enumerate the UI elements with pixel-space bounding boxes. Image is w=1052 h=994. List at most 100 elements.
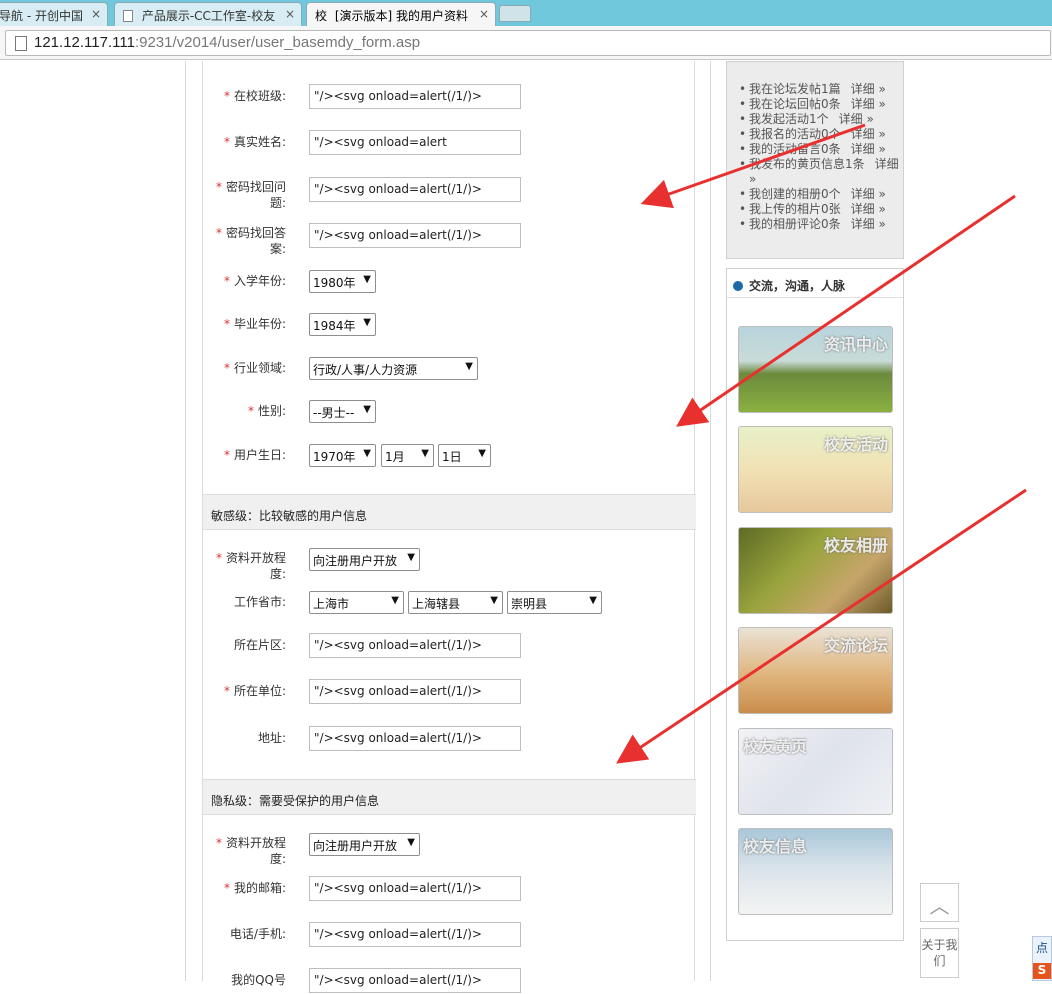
promo-yellow-pages[interactable]: 校友黄页 (738, 728, 893, 815)
promo-caption: 资讯中心 (823, 335, 888, 354)
gender-select[interactable]: --男士-- ▼ (309, 400, 376, 423)
activity-item: 我发布的黄页信息1条详细 » (737, 157, 903, 187)
required-mark: * (223, 135, 230, 149)
activity-detail-link[interactable]: 详细 » (851, 202, 886, 216)
dropdown-arrow-icon: ▼ (465, 361, 473, 372)
tab-product-showcase[interactable]: 产品展示-CC工作室-校友 × (114, 2, 302, 26)
security-question-input[interactable]: "/><svg onload=alert(/1/)> (309, 177, 521, 202)
school-logo-icon: 校 (315, 9, 328, 23)
field-label: 我的QQ号 (231, 973, 286, 987)
realname-input[interactable]: "/><svg onload=alert (309, 130, 521, 155)
field-enroll-year: * 入学年份: 1980年 ▼ (203, 270, 696, 294)
close-icon[interactable]: × (479, 7, 489, 21)
about-us-button[interactable]: 关于我们 (920, 928, 959, 978)
dropdown-arrow-icon: ▼ (363, 274, 371, 285)
field-email: * 我的邮箱: "/><svg onload=alert(/1/)> (203, 876, 696, 902)
tab-user-profile[interactable]: 校 [演示版本] 我的用户资料 × (306, 2, 496, 26)
field-address: 地址: "/><svg onload=alert(/1/)> (203, 726, 696, 752)
activity-detail-link[interactable]: 详细 » (851, 217, 886, 231)
field-label: * 在校班级: (223, 89, 286, 103)
phone-input[interactable]: "/><svg onload=alert(/1/)> (309, 922, 521, 947)
field-unit: * 所在单位: "/><svg onload=alert(/1/)> (203, 679, 696, 705)
field-question: * 密码找回问题: "/><svg onload=alert(/1/)> (203, 177, 696, 211)
activity-text: 我的活动留言0条 (749, 142, 841, 156)
activity-detail-link[interactable]: 详细 » (851, 187, 886, 201)
class-input[interactable]: "/><svg onload=alert(/1/)> (309, 84, 521, 109)
activity-text: 我的相册评论0条 (749, 217, 841, 231)
grad-year-select[interactable]: 1984年 ▼ (309, 313, 376, 336)
promo-alumni-activity[interactable]: 校友活动 (738, 426, 893, 513)
field-area: 所在片区: "/><svg onload=alert(/1/)> (203, 633, 696, 659)
close-icon[interactable]: × (285, 7, 295, 21)
activity-item: 我在论坛回帖0条详细 » (737, 97, 903, 112)
scroll-top-button[interactable]: ︿ (920, 883, 959, 922)
promo-alumni-info[interactable]: 校友信息 (738, 828, 893, 915)
industry-select[interactable]: 行政/人事/人力资源 ▼ (309, 357, 478, 380)
open-level-private-select[interactable]: 向注册用户开放 ▼ (309, 833, 420, 856)
enroll-year-select[interactable]: 1980年 ▼ (309, 270, 376, 293)
required-mark: * (216, 226, 222, 240)
field-label: * 真实姓名: (223, 135, 286, 149)
unit-input[interactable]: "/><svg onload=alert(/1/)> (309, 679, 521, 704)
url-input[interactable]: 121.12.117.111:9231/v2014/user/user_base… (5, 30, 1051, 56)
county-select[interactable]: 崇明县 ▼ (507, 591, 602, 614)
activity-item: 我发起活动1个详细 » (737, 112, 903, 127)
birth-month-select[interactable]: 1月 ▼ (381, 444, 434, 467)
activity-text: 我发布的黄页信息1条 (749, 157, 865, 171)
dropdown-arrow-icon: ▼ (589, 595, 597, 606)
required-mark: * (223, 881, 230, 895)
required-mark: * (216, 551, 222, 565)
dropdown-arrow-icon: ▼ (363, 404, 371, 415)
dropdown-arrow-icon: ▼ (363, 317, 371, 328)
main-column: * 在校班级: "/><svg onload=alert(/1/)> * 真实姓名:… (185, 61, 711, 993)
city-select[interactable]: 上海辖县 ▼ (408, 591, 503, 614)
dropdown-arrow-icon: ▼ (363, 448, 371, 459)
email-input[interactable]: "/><svg onload=alert(/1/)> (309, 876, 521, 901)
field-label: * 毕业年份: (223, 317, 286, 331)
profile-form: * 在校班级: "/><svg onload=alert(/1/)> * 真实姓名:… (202, 61, 696, 993)
tab-label: [演示版本] 我的用户资料 (334, 9, 469, 23)
activity-detail-link[interactable]: 详细 » (851, 82, 886, 96)
province-select[interactable]: 上海市 ▼ (309, 591, 404, 614)
activity-detail-link[interactable]: 详细 » (839, 112, 874, 126)
sogou-input-icon[interactable]: S (1033, 963, 1051, 979)
close-icon[interactable]: × (91, 7, 101, 21)
promo-caption: 交流论坛 (823, 636, 888, 655)
field-label: 工作省市: (233, 595, 286, 609)
activity-detail-link[interactable]: 详细 » (851, 142, 886, 156)
dropdown-arrow-icon: ▼ (391, 595, 399, 606)
field-label: * 性别: (247, 404, 286, 418)
new-tab-button[interactable] (499, 5, 531, 22)
tab-navigation[interactable]: 导航 - 开创中国 × (0, 2, 108, 26)
field-birthday: * 用户生日: 1970年 ▼ 1月 ▼ 1日 ▼ (203, 444, 696, 468)
field-label: * 密码找回问题: (216, 180, 287, 210)
promo-alumni-album[interactable]: 校友相册 (738, 527, 893, 614)
required-mark: * (223, 317, 230, 331)
area-input[interactable]: "/><svg onload=alert(/1/)> (309, 633, 521, 658)
field-label: * 资料开放程度: (216, 836, 287, 866)
address-input[interactable]: "/><svg onload=alert(/1/)> (309, 726, 521, 751)
field-label: * 入学年份: (223, 274, 286, 288)
field-label: 地址: (257, 731, 286, 745)
field-open-level-private: * 资料开放程度: 向注册用户开放 ▼ (203, 833, 696, 867)
activity-item: 我上传的相片0张详细 » (737, 202, 903, 217)
promo-forum[interactable]: 交流论坛 (738, 627, 893, 714)
birth-day-select[interactable]: 1日 ▼ (438, 444, 491, 467)
activity-detail-link[interactable]: 详细 » (851, 127, 886, 141)
activity-text: 我在论坛回帖0条 (749, 97, 841, 111)
url-path: :9231/v2014/user/user_basemdy_form.asp (134, 34, 421, 51)
required-mark: * (223, 684, 230, 698)
activity-item: 我的活动留言0条详细 » (737, 142, 903, 157)
required-mark: * (216, 836, 222, 850)
dropdown-arrow-icon: ▼ (407, 552, 415, 563)
activity-detail-link[interactable]: 详细 » (851, 97, 886, 111)
dropdown-arrow-icon: ▼ (407, 837, 415, 848)
field-label: 电话/手机: (229, 927, 286, 941)
security-answer-input[interactable]: "/><svg onload=alert(/1/)> (309, 223, 521, 248)
promo-news-center[interactable]: 资讯中心 (738, 326, 893, 413)
promo-caption: 校友黄页 (743, 737, 808, 756)
field-class: * 在校班级: "/><svg onload=alert(/1/)> (203, 84, 696, 110)
open-level-select[interactable]: 向注册用户开放 ▼ (309, 548, 420, 571)
activity-text: 我在论坛发帖1篇 (749, 82, 841, 96)
birth-year-select[interactable]: 1970年 ▼ (309, 444, 376, 467)
